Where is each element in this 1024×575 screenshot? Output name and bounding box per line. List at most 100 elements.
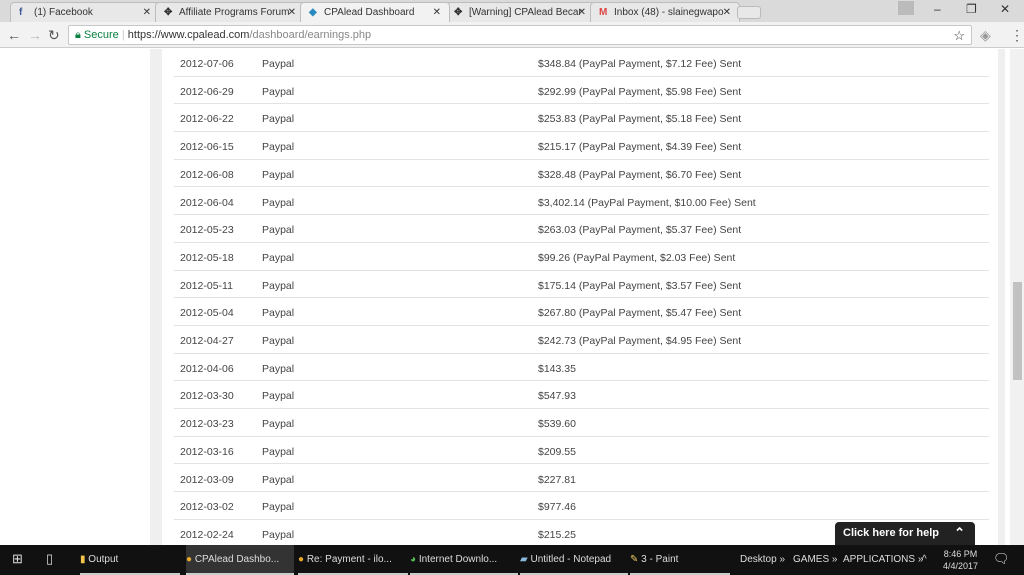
taskbar-label: Output <box>88 554 119 565</box>
payment-method: Paypal <box>262 528 295 541</box>
taskbar-label: 3 - Paint <box>641 554 679 565</box>
tab-bar: f (1) Facebook ✕ ✥ Affiliate Programs Forum… <box>0 0 1024 22</box>
payment-amount: $328.48 (PayPal Payment, $6.70 Fee) Sent <box>538 168 742 181</box>
close-tab-icon[interactable]: ✕ <box>723 7 731 18</box>
star-icon[interactable]: ☆ <box>953 28 965 44</box>
close-window-button[interactable]: ✕ <box>1000 2 1010 16</box>
payment-method: Paypal <box>262 390 295 403</box>
payment-amount: $99.26 (PayPal Payment, $2.03 Fee) Sent <box>538 251 736 264</box>
close-tab-icon[interactable]: ✕ <box>143 7 151 18</box>
reload-icon[interactable]: ↻ <box>48 27 60 44</box>
taskbar-item-cpalead[interactable]: ● CPAlead Dashbo... <box>186 545 294 575</box>
tab-cpalead-dashboard[interactable]: ◆ CPAlead Dashboard ✕ <box>300 2 450 22</box>
table-row: 2012-04-06 Paypal $143.35 <box>174 354 989 382</box>
payment-method: Paypal <box>262 251 295 264</box>
payment-date: 2012-02-24 <box>180 528 234 541</box>
tab-title: (1) Facebook <box>34 7 93 18</box>
payment-amount: $175.14 (PayPal Payment, $3.57 Fee) Sent <box>538 279 742 292</box>
payment-amount: $253.83 (PayPal Payment, $5.18 Fee) Sent <box>538 113 742 126</box>
table-row: 2012-05-18 Paypal $99.26 (PayPal Payment, … <box>174 243 989 271</box>
date: 4/4/2017 <box>943 561 979 571</box>
tab-warning-cpalead[interactable]: ✥ [Warning] CPAlead Becar ✕ <box>445 2 595 22</box>
minimize-button[interactable]: – <box>934 2 941 16</box>
payment-method: Paypal <box>262 335 295 347</box>
table-row: 2012-06-22 Paypal $253.83 (PayPal Payment,… <box>174 104 989 133</box>
tab-affiliate-forum[interactable]: ✥ Affiliate Programs Forum ✕ <box>155 2 305 22</box>
clock[interactable]: 8:46 PM 4/4/2017 <box>943 548 978 572</box>
page-content: 2012-07-06 Paypal $348.84 (PayPal Payment,… <box>0 49 1010 545</box>
help-label: Click here for help <box>843 527 939 539</box>
taskbar-item-output[interactable]: ▮ Output <box>80 545 180 575</box>
toolbar-games[interactable]: GAMES » <box>793 545 837 575</box>
payment-date: 2012-03-23 <box>180 418 234 431</box>
toolbar-desktop[interactable]: Desktop » <box>740 545 785 575</box>
lock-icon: 🔒︎ <box>75 29 81 41</box>
help-button[interactable]: Click here for help ⌃ <box>835 522 975 545</box>
table-row: 2012-05-23 Paypal $263.03 (PayPal Payment,… <box>174 215 989 243</box>
address-bar[interactable]: 🔒︎ Secure | https://www.cpalead.com/dash… <box>68 25 972 45</box>
payment-method: Paypal <box>262 501 295 514</box>
payment-method: Paypal <box>262 307 295 320</box>
new-tab-button[interactable] <box>737 6 761 19</box>
payments-table: 2012-07-06 Paypal $348.84 (PayPal Payment,… <box>162 49 998 545</box>
windows-start-icon[interactable]: ⊞ <box>12 545 23 575</box>
taskbar-item-re-payment[interactable]: ● Re: Payment - ilo... <box>298 545 408 575</box>
taskbar-label: Untitled - Notepad <box>530 554 612 565</box>
table-row: 2012-06-08 Paypal $328.48 (PayPal Payment,… <box>174 160 989 188</box>
close-tab-icon[interactable]: ✕ <box>578 7 586 18</box>
payment-amount: $263.03 (PayPal Payment, $5.37 Fee) Sent <box>538 224 742 237</box>
toolbar-label: GAMES <box>793 554 830 565</box>
payment-amount: $348.84 (PayPal Payment, $7.12 Fee) Sent <box>538 58 742 70</box>
tab-gmail-inbox[interactable]: M Inbox (48) - slainegwapo ✕ <box>590 2 740 22</box>
forum-icon: ✥ <box>164 7 173 18</box>
payment-date: 2012-06-15 <box>180 141 234 154</box>
payment-method: Paypal <box>262 224 295 237</box>
taskbar-item-paint[interactable]: ✎ 3 - Paint <box>630 545 730 575</box>
table-row: 2012-07-06 Paypal $348.84 (PayPal Payment,… <box>174 49 989 77</box>
payment-method: Paypal <box>262 141 295 154</box>
table-row: 2012-03-23 Paypal $539.60 <box>174 409 989 437</box>
table-row: 2012-05-11 Paypal $175.14 (PayPal Payment,… <box>174 271 989 299</box>
toolbar-applications[interactable]: APPLICATIONS » <box>843 545 923 575</box>
forward-icon[interactable]: → <box>28 27 42 43</box>
tab-title: Affiliate Programs Forum <box>179 7 290 18</box>
secure-label: Secure <box>83 29 119 41</box>
tab-title: CPAlead Dashboard <box>324 7 415 18</box>
notification-icon[interactable]: 🗨︎ <box>993 545 1010 575</box>
scrollbar-thumb[interactable] <box>1013 282 1022 380</box>
task-view-icon[interactable]: ▯ <box>46 545 53 575</box>
table-row: 2012-03-02 Paypal $977.46 <box>174 492 989 520</box>
taskbar-item-idm[interactable]: ◕ Internet Downlo... <box>410 545 518 575</box>
extension-icon[interactable]: ◈ <box>980 27 991 44</box>
table-row: 2012-03-30 Paypal $547.93 <box>174 381 989 410</box>
payment-amount: $3,402.14 (PayPal Payment, $10.00 Fee) S… <box>538 196 756 209</box>
payment-amount: $539.60 <box>538 418 576 431</box>
toolbar-label: Desktop <box>740 554 777 565</box>
payment-amount: $267.80 (PayPal Payment, $5.47 Fee) Sent <box>538 307 742 320</box>
payment-date: 2012-06-08 <box>180 168 234 181</box>
payment-method: Paypal <box>262 113 295 126</box>
close-tab-icon[interactable]: ✕ <box>288 7 296 18</box>
tab-title: [Warning] CPAlead Becar <box>469 7 582 18</box>
back-icon[interactable]: ← <box>7 27 21 43</box>
close-tab-icon[interactable]: ✕ <box>433 7 441 18</box>
table-row: 2012-06-04 Paypal $3,402.14 (PayPal Paymen… <box>174 188 989 216</box>
payment-date: 2012-06-04 <box>180 196 234 209</box>
table-row: 2012-06-29 Paypal $292.99 (PayPal Payment,… <box>174 77 989 105</box>
tray-chevron-icon[interactable]: ^ <box>922 545 927 575</box>
cpalead-icon: ◆ <box>309 7 317 18</box>
menu-icon[interactable]: ⋮ <box>1010 27 1024 44</box>
taskbar-item-notepad[interactable]: ▰ Untitled - Notepad <box>520 545 628 575</box>
payment-method: Paypal <box>262 58 295 70</box>
payment-date: 2012-05-18 <box>180 251 234 264</box>
scrollbar[interactable] <box>1010 49 1024 545</box>
time: 8:46 PM <box>943 549 978 559</box>
table-row: 2012-04-27 Paypal $242.73 (PayPal Payment,… <box>174 326 989 354</box>
profile-icon[interactable] <box>898 1 914 15</box>
payment-date: 2012-03-02 <box>180 501 234 514</box>
payment-date: 2012-06-22 <box>180 113 234 126</box>
forum-icon: ✥ <box>454 7 463 18</box>
restore-button[interactable]: ❐ <box>966 2 977 16</box>
tab-facebook[interactable]: f (1) Facebook ✕ <box>10 2 160 22</box>
payment-date: 2012-04-06 <box>180 362 234 375</box>
